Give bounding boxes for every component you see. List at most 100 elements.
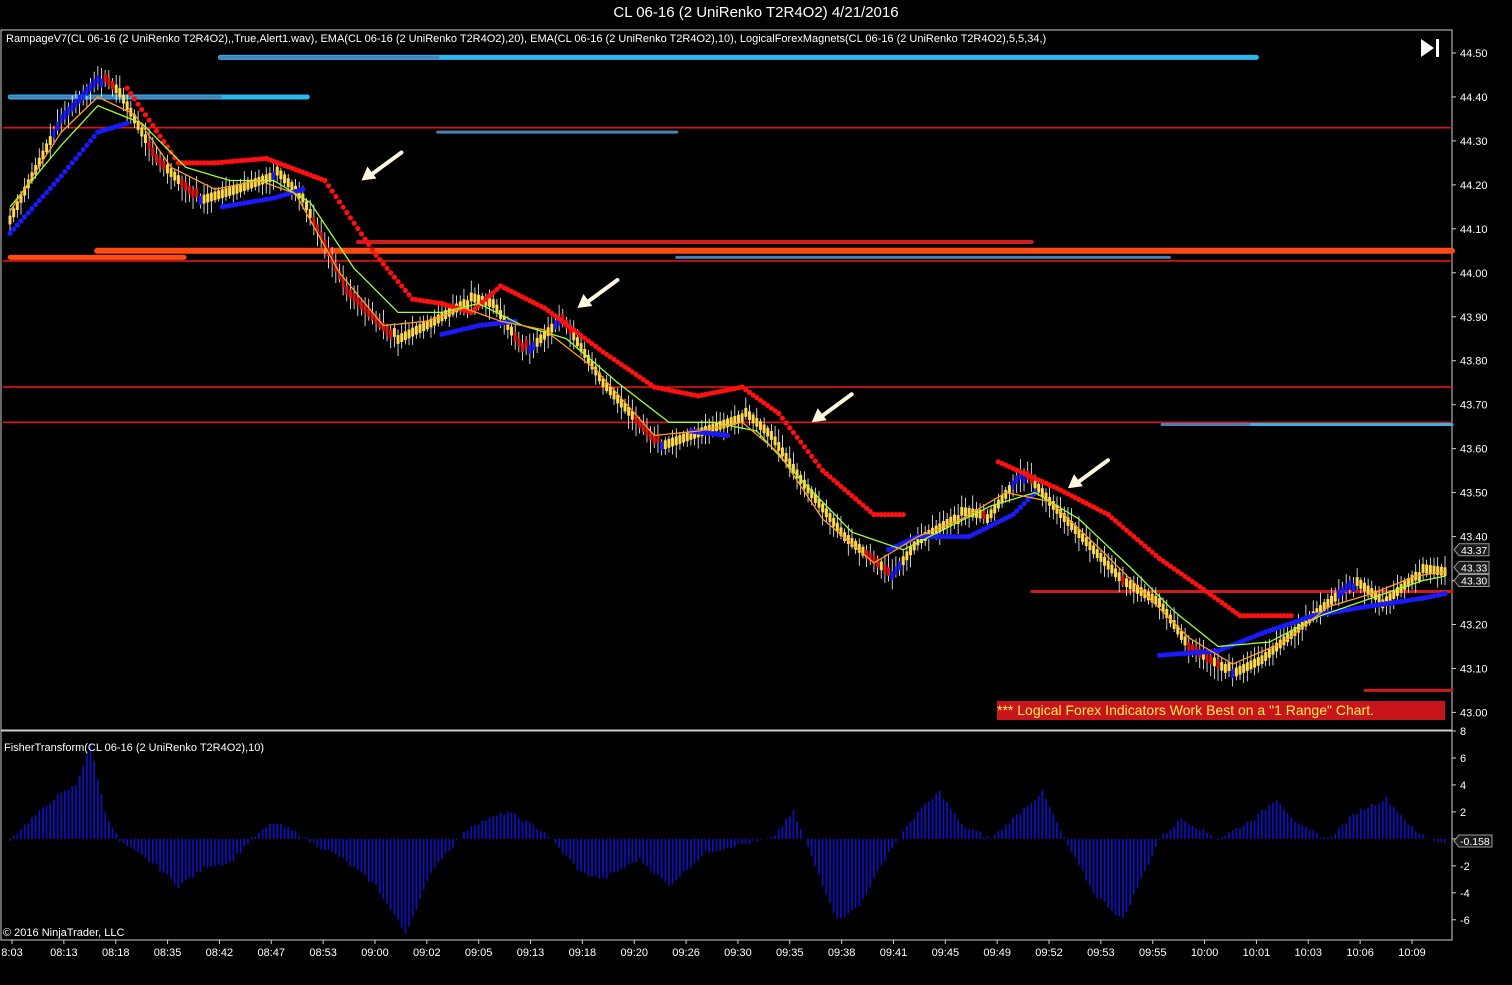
bar-body xyxy=(550,323,554,333)
arrow-shaft xyxy=(1075,458,1110,485)
bar-body xyxy=(1015,475,1019,485)
trail-blue-dot xyxy=(91,133,97,140)
time-tick-label: 09:30 xyxy=(724,947,752,959)
bar-body xyxy=(762,424,766,434)
trail-blue-dot xyxy=(33,202,39,208)
trail-red-dot xyxy=(344,209,350,216)
trail-red-dot xyxy=(380,261,386,267)
trail-blue-dot xyxy=(1010,511,1016,518)
bar-body xyxy=(960,506,964,516)
bar-body xyxy=(1256,657,1260,666)
bar-body xyxy=(403,331,407,341)
bar-body xyxy=(348,289,352,299)
bar-body xyxy=(773,436,777,446)
bar-body xyxy=(517,337,521,347)
trail-red-dot xyxy=(812,458,818,464)
bar-body xyxy=(1403,580,1407,590)
time-tick-label: 10:03 xyxy=(1295,947,1323,959)
price-tick-label: 44.50 xyxy=(1460,48,1488,60)
time-tick-label: 10:01 xyxy=(1243,947,1271,959)
bar-body xyxy=(1264,652,1268,661)
chart-canvas[interactable]: 44.50 44.40 44.30 44.20 44.10 44.00 43.90 43.80… xyxy=(0,0,1512,985)
bar-body xyxy=(169,168,173,177)
skip-to-end-button[interactable] xyxy=(1418,36,1444,60)
bar-body xyxy=(118,88,122,97)
signal-arrows xyxy=(361,150,1110,489)
bar-body xyxy=(1366,585,1370,595)
price-marker-1: 43.33 xyxy=(1453,560,1490,574)
bar-body xyxy=(905,551,909,561)
trail-red-dot xyxy=(366,241,372,248)
promo-note: *** Logical Forex Indicators Work Best o… xyxy=(997,701,1445,720)
time-tick-label: 08:18 xyxy=(102,947,130,959)
signal-arrow-2 xyxy=(811,392,854,423)
bar-body xyxy=(107,77,111,86)
arrow-shaft xyxy=(369,150,404,177)
bar-body xyxy=(1253,658,1257,668)
bar-body xyxy=(553,320,557,330)
trail-red-dot xyxy=(157,133,163,139)
bar-body xyxy=(400,333,404,343)
bar-body xyxy=(510,326,514,336)
bar-body xyxy=(477,294,481,304)
price-bars xyxy=(8,66,1447,687)
trail-red-dot xyxy=(402,287,408,293)
fisher-marker: -0.158 xyxy=(1453,834,1493,848)
trail-red-dot xyxy=(373,252,379,258)
bar-body xyxy=(832,517,836,527)
bar-body xyxy=(1205,653,1209,662)
bar-body xyxy=(1275,642,1279,652)
trail-blue-dot xyxy=(76,151,83,157)
bar-body xyxy=(993,504,997,514)
bar-body xyxy=(575,337,579,347)
trail-blue-dot xyxy=(1014,508,1020,514)
price-marker-label: 43.30 xyxy=(1461,576,1487,588)
bar-body xyxy=(305,201,309,211)
trail-red-dot xyxy=(794,434,800,440)
bar-body xyxy=(572,331,576,341)
bar-body xyxy=(780,447,784,457)
bar-body xyxy=(1092,545,1096,555)
trail-blue-dot xyxy=(300,186,306,192)
bar-body xyxy=(1088,541,1092,551)
bar-body xyxy=(1333,592,1337,602)
bar-body xyxy=(1183,636,1187,646)
bar-body xyxy=(8,215,12,225)
trailing-stops xyxy=(7,85,1448,658)
trail-red-dot xyxy=(809,453,815,459)
price-marker-2: 43.30 xyxy=(1453,574,1490,588)
bar-body xyxy=(56,121,60,131)
axes: 44.50 44.40 44.30 44.20 44.10 44.00 43.90 43.80… xyxy=(1,48,1493,959)
bar-body xyxy=(1117,572,1121,582)
time-tick-label: 09:38 xyxy=(828,947,856,959)
bar-body xyxy=(887,567,891,577)
trail-red-dot xyxy=(406,292,412,298)
fisher-tick-label: 8 xyxy=(1460,726,1466,738)
fisher-tick-label: -4 xyxy=(1460,888,1470,900)
fisher-tick-label: 6 xyxy=(1460,753,1466,765)
time-tick-label: 09:55 xyxy=(1139,947,1167,959)
bar-body xyxy=(158,157,162,167)
trail-red-dot xyxy=(333,193,339,200)
bar-body xyxy=(198,195,202,205)
bar-body xyxy=(671,437,675,447)
trail-blue-dot xyxy=(1025,497,1031,503)
bar-body xyxy=(751,414,755,424)
bar-body xyxy=(1106,560,1110,570)
bar-body xyxy=(1011,480,1015,490)
trail-blue-dot xyxy=(7,230,13,236)
bar-body xyxy=(766,427,770,437)
bar-body xyxy=(1242,664,1246,673)
bar-body xyxy=(1417,572,1421,582)
bar-body xyxy=(777,442,781,451)
trail-red-dot xyxy=(1288,613,1294,619)
trail-blue-dot xyxy=(73,155,79,162)
time-tick-label: 09:52 xyxy=(1035,947,1063,959)
trail-red-dot xyxy=(336,199,343,205)
bar-body xyxy=(535,337,539,347)
bar-body xyxy=(121,94,125,104)
ema-lines xyxy=(9,96,1446,665)
bar-body xyxy=(652,435,656,445)
bar-body xyxy=(341,278,345,288)
price-tick-label: 44.30 xyxy=(1460,136,1488,148)
